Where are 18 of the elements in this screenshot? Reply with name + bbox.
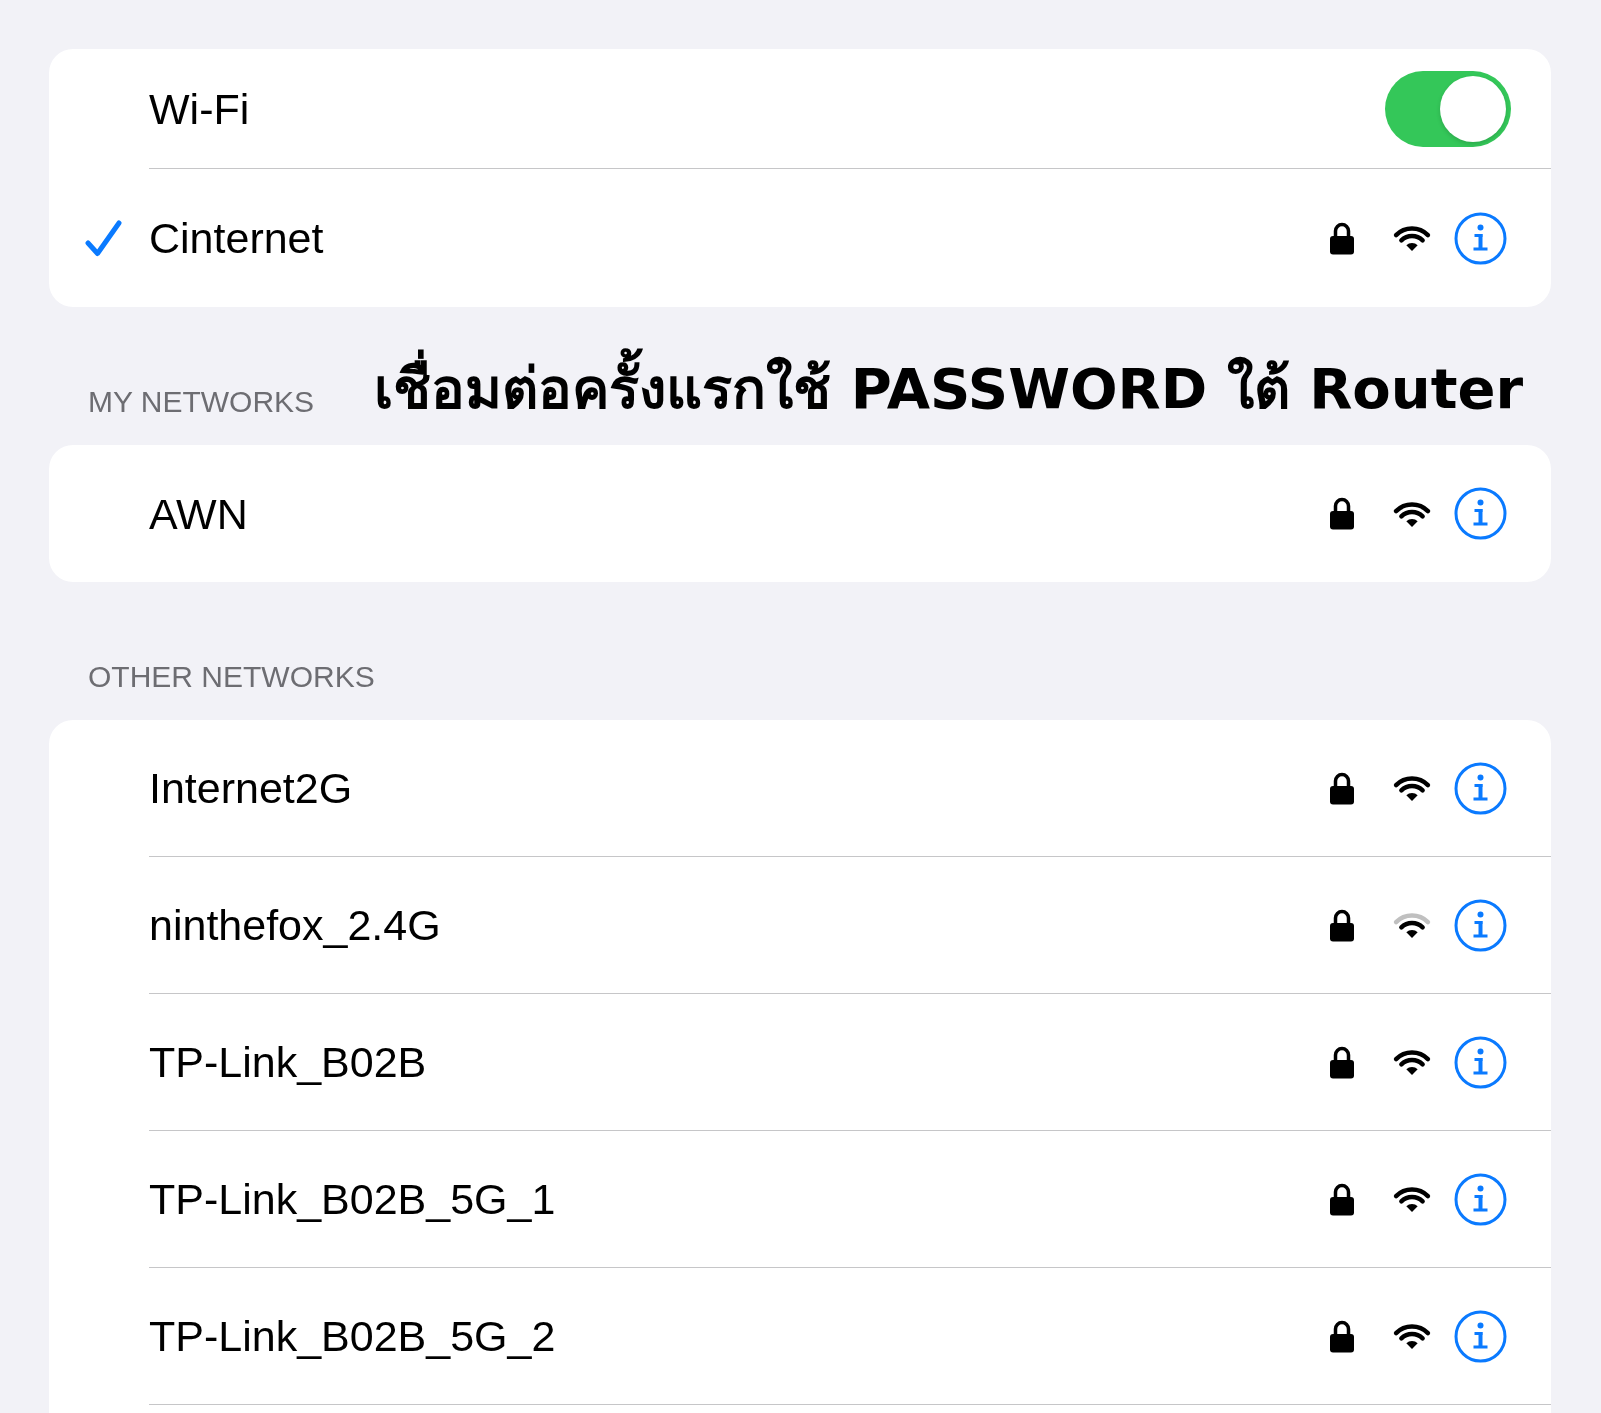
info-icon[interactable] — [1454, 1172, 1507, 1226]
network-name[interactable]: ninthefox_2.4G — [149, 899, 441, 951]
section-heading: MY NETWORKS — [88, 384, 315, 420]
caption-text: เชื่อมต่อครั้งแรกใช้ PASSWORD ใต้ Router — [374, 341, 1523, 437]
info-icon[interactable] — [1454, 211, 1507, 265]
network-name[interactable]: Cinternet — [149, 212, 324, 264]
info-icon[interactable] — [1454, 1035, 1507, 1089]
info-icon[interactable] — [1454, 1309, 1507, 1363]
network-name[interactable]: TP-Link_B02B_5G_1 — [149, 1173, 556, 1225]
info-icon[interactable] — [1454, 761, 1507, 815]
network-name[interactable]: TP-Link_B02B — [149, 1036, 427, 1088]
wifi-label: Wi-Fi — [149, 83, 250, 135]
network-name[interactable]: Internet2G — [149, 762, 353, 814]
section-heading: OTHER NETWORKS — [88, 659, 375, 695]
network-name[interactable]: TP-Link_B02B_5G_2 — [149, 1310, 556, 1362]
info-icon[interactable] — [1454, 898, 1507, 952]
info-icon[interactable] — [1454, 487, 1507, 540]
network-name[interactable]: AWN — [149, 487, 248, 540]
